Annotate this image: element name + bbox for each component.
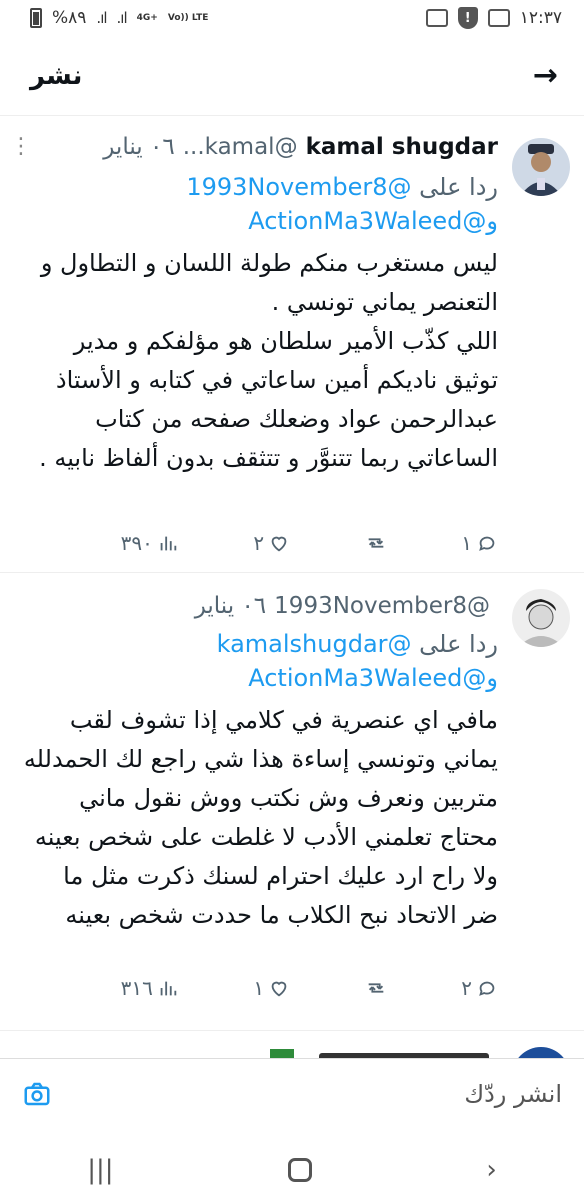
reply-composer[interactable]: انشر ردّك [0,1058,584,1128]
system-navbar: ||| › [0,1140,584,1200]
reply-to-prefix: ردا على [419,173,498,201]
alert-shield-icon: ! [457,7,478,29]
status-right: ! ١٢:٣٧ [425,7,562,29]
recent-apps-icon[interactable]: ||| [87,1155,113,1185]
avatar[interactable] [512,589,570,647]
page-title: نشر [30,60,83,91]
reply-tweet[interactable]: @1993November8 ٠٦ يناير ردا على @kamalsh… [0,575,584,1045]
tweet-text: ليس مستغرب منكم طولة اللسان و التطاول و … [39,249,498,472]
reply-button[interactable]: ٢ [461,976,498,1000]
views-icon [160,536,177,551]
reply-count: ٢ [461,976,472,1000]
views-button[interactable]: ٣١٦ [121,976,179,1000]
network-type: 4G+ [136,12,158,23]
reply-input[interactable]: انشر ردّك [464,1080,562,1108]
tweet-actions: ١ ٢ ٣٩٠ [14,528,498,558]
reply-tweet[interactable]: kamal shugdar @kamal... ٠٦ يناير ⋮ ردا ع… [0,120,584,580]
tweet-meta: kamal shugdar @kamal... ٠٦ يناير [14,134,498,160]
divider [0,572,584,573]
signal-icon: .ıl [96,9,107,27]
tweet-actions: ٢ ١ ٣١٦ [14,973,498,1003]
mention-link[interactable]: @kamalshugdar [217,630,412,658]
retweet-button[interactable] [365,532,387,554]
divider [0,1030,584,1031]
tweet-date: ٠٦ يناير [194,593,267,619]
signal-icon-2: .ıl [116,9,128,27]
retweet-icon [368,983,384,993]
camera-icon[interactable] [22,1079,52,1109]
reply-button[interactable]: ١ [461,531,498,555]
mention-conjunction: و [486,207,498,235]
views-count: ٣١٦ [120,976,153,1000]
retweet-button[interactable] [365,977,387,999]
mention-link[interactable]: @ActionMa3Waleed [248,207,486,235]
heart-icon [271,536,287,552]
status-left: %٨٩ .ıl .ıl 4G+ Vo)) LTE [30,8,208,28]
views-count: ٣٩٠ [120,531,153,555]
mention-link[interactable]: @ActionMa3Waleed [248,664,486,692]
comment-icon [479,536,495,551]
top-bar: نشر → [0,36,584,116]
more-options-icon[interactable]: ⋮ [10,134,32,159]
like-button[interactable]: ٢ [253,531,290,555]
home-icon[interactable] [287,1158,312,1182]
avatar[interactable] [512,138,570,196]
reply-to: ردا على @1993November8 و@ActionMa3Waleed [14,170,498,238]
status-bar: %٨٩ .ıl .ıl 4G+ Vo)) LTE ! ١٢:٣٧ [0,0,584,36]
back-arrow-icon[interactable]: → [533,58,558,93]
calendar-icon [425,9,448,27]
comment-icon [479,981,495,996]
tweet-date: ٠٦ يناير [103,134,175,160]
reply-to-prefix: ردا على [419,630,498,658]
like-button[interactable]: ١ [253,976,290,1000]
lte-label: Vo)) LTE [167,12,209,23]
views-button[interactable]: ٣٩٠ [121,531,179,555]
retweet-icon [368,538,384,548]
back-icon[interactable]: › [486,1155,496,1185]
reply-to: ردا على @kamalshugdar و@ActionMa3Waleed [14,627,498,695]
author-handle[interactable]: @1993November8 [274,593,490,619]
battery-icon [30,8,42,28]
author-handle[interactable]: @kamal... [183,134,298,160]
like-count: ١ [253,976,265,1000]
mention-conjunction: و [486,664,498,692]
clock: ١٢:٣٧ [519,8,562,28]
tweet-text: مافي اي عنصرية في كلامي إذا تشوف لقب يما… [23,706,498,929]
video-icon [487,9,510,27]
reply-count: ١ [461,531,472,555]
tweet-meta: @1993November8 ٠٦ يناير [14,593,498,619]
views-icon [160,981,177,996]
battery-percent: %٨٩ [52,8,87,28]
like-count: ٢ [253,531,265,555]
author-name[interactable]: kamal shugdar [306,134,498,160]
heart-icon [271,981,287,997]
mention-link[interactable]: @1993November8 [186,173,411,201]
